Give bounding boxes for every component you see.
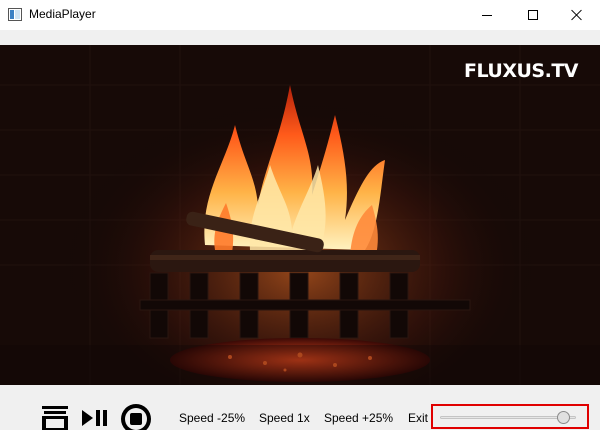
volume-slider-highlight [431,404,589,429]
fireplace-video-frame [0,45,600,385]
minimize-button[interactable] [464,0,510,30]
menu-strip [0,30,600,45]
close-icon [571,9,583,21]
speed-up-button[interactable]: Speed +25% [324,411,393,425]
speed-normal-button[interactable]: Speed 1x [259,411,310,425]
exit-button[interactable]: Exit [408,411,428,425]
control-bar: Speed -25% Speed 1x Speed +25% Exit [0,385,600,430]
speed-down-button[interactable]: Speed -25% [179,411,245,425]
window-title: MediaPlayer [29,7,96,21]
minimize-icon [482,14,492,16]
maximize-icon [528,10,538,20]
channel-logo: FLUXUS.TV [464,60,578,82]
maximize-button[interactable] [510,0,556,30]
video-display[interactable]: FLUXUS.TV [0,45,600,385]
close-button[interactable] [554,0,600,30]
stop-icon[interactable] [120,403,152,430]
title-bar: MediaPlayer [0,0,600,30]
play-pause-icon[interactable] [82,408,110,428]
volume-slider-thumb[interactable] [556,411,570,424]
volume-slider-track[interactable] [440,416,576,419]
app-window-icon [8,8,22,21]
playlist-icon[interactable] [42,406,68,430]
